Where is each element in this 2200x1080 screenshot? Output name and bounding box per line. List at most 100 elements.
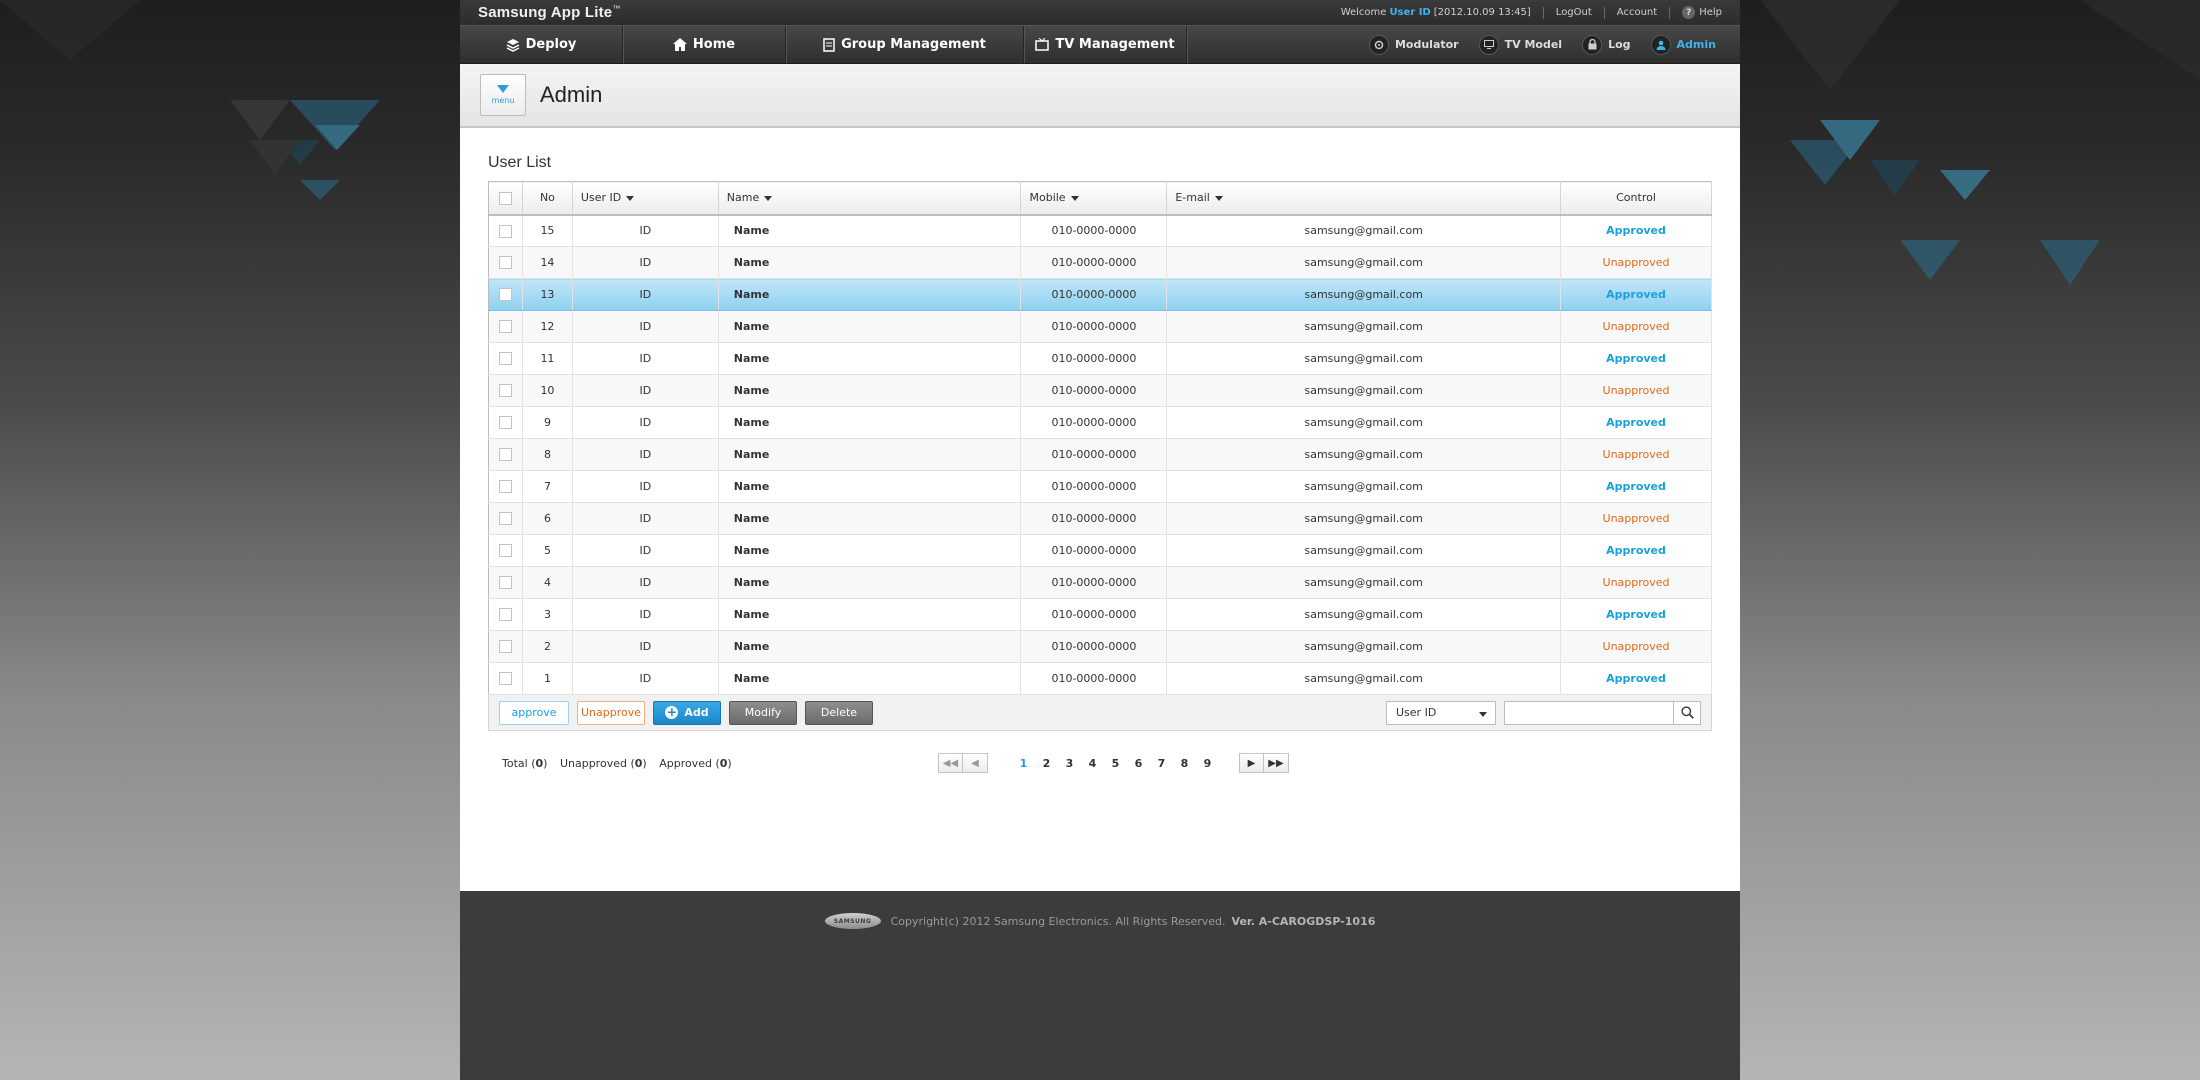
row-select-cell bbox=[488, 406, 523, 439]
table-row[interactable]: 6 ID Name 010-0000-0000 samsung@gmail.com Una… bbox=[488, 502, 1712, 535]
row-checkbox[interactable] bbox=[498, 320, 512, 334]
row-checkbox[interactable] bbox=[498, 448, 512, 462]
table-row[interactable]: 9 ID Name 010-0000-0000 samsung@gmail.com App… bbox=[488, 406, 1712, 439]
select-all-checkbox[interactable] bbox=[498, 191, 512, 205]
status-toggle[interactable]: Approved bbox=[1606, 416, 1666, 429]
tool-log[interactable]: Log bbox=[1582, 34, 1631, 55]
tool-log-label: Log bbox=[1608, 38, 1631, 51]
modify-button[interactable]: Modify bbox=[729, 700, 797, 725]
row-checkbox[interactable] bbox=[498, 672, 512, 686]
nav-home[interactable]: Home bbox=[623, 26, 786, 63]
account-link[interactable]: Account bbox=[1617, 7, 1657, 18]
page-number[interactable]: 6 bbox=[1127, 757, 1150, 770]
table-row[interactable]: 13 ID Name 010-0000-0000 samsung@gmail.com Ap… bbox=[488, 278, 1712, 311]
cell-control: Unapproved bbox=[1560, 438, 1712, 471]
tool-tv-model[interactable]: TV Model bbox=[1478, 34, 1562, 55]
cell-name: Name bbox=[718, 406, 1022, 439]
status-toggle[interactable]: Unapproved bbox=[1603, 256, 1670, 269]
page-number[interactable]: 8 bbox=[1173, 757, 1196, 770]
table-row[interactable]: 3 ID Name 010-0000-0000 samsung@gmail.com App… bbox=[488, 598, 1712, 631]
status-toggle[interactable]: Unapproved bbox=[1603, 576, 1670, 589]
menu-button[interactable]: menu bbox=[480, 74, 526, 116]
cell-user-id: ID bbox=[572, 278, 719, 311]
row-checkbox[interactable] bbox=[498, 544, 512, 558]
table-row[interactable]: 2 ID Name 010-0000-0000 samsung@gmail.com Una… bbox=[488, 630, 1712, 663]
row-checkbox[interactable] bbox=[498, 224, 512, 238]
nav-deploy[interactable]: Deploy bbox=[460, 26, 623, 63]
row-checkbox[interactable] bbox=[498, 352, 512, 366]
col-mobile[interactable]: Mobile bbox=[1020, 181, 1168, 216]
help-link[interactable]: Help bbox=[1699, 7, 1722, 18]
row-checkbox[interactable] bbox=[498, 480, 512, 494]
page-number[interactable]: 2 bbox=[1035, 757, 1058, 770]
table-row[interactable]: 14 ID Name 010-0000-0000 samsung@gmail.com Un… bbox=[488, 246, 1712, 279]
table-row[interactable]: 12 ID Name 010-0000-0000 samsung@gmail.com Un… bbox=[488, 310, 1712, 343]
cell-control: Approved bbox=[1560, 278, 1712, 311]
row-checkbox[interactable] bbox=[498, 384, 512, 398]
search-button[interactable] bbox=[1674, 700, 1701, 725]
status-toggle[interactable]: Unapproved bbox=[1603, 448, 1670, 461]
page-number[interactable]: 3 bbox=[1058, 757, 1081, 770]
status-toggle[interactable]: Approved bbox=[1606, 288, 1666, 301]
row-checkbox[interactable] bbox=[498, 640, 512, 654]
row-checkbox[interactable] bbox=[498, 256, 512, 270]
tool-modulator[interactable]: Modulator bbox=[1368, 34, 1459, 55]
delete-button[interactable]: Delete bbox=[805, 700, 873, 725]
status-toggle[interactable]: Approved bbox=[1606, 608, 1666, 621]
row-select-cell bbox=[488, 310, 523, 343]
logout-link[interactable]: LogOut bbox=[1556, 7, 1592, 18]
unapprove-button[interactable]: Unapprove bbox=[577, 700, 645, 725]
prev-page-button[interactable]: ◀ bbox=[963, 753, 988, 773]
row-checkbox[interactable] bbox=[498, 576, 512, 590]
top-right-links: Welcome User ID [2012.10.09 13:45] LogOu… bbox=[1341, 6, 1722, 19]
col-user-id[interactable]: User ID bbox=[572, 181, 719, 216]
help-icon[interactable]: ? bbox=[1682, 6, 1696, 19]
page-number[interactable]: 1 bbox=[1012, 757, 1035, 770]
approve-button[interactable]: approve bbox=[499, 700, 569, 725]
col-name[interactable]: Name bbox=[718, 181, 1022, 216]
table-row[interactable]: 11 ID Name 010-0000-0000 samsung@gmail.com Ap… bbox=[488, 342, 1712, 375]
approved-label: Approved bbox=[659, 756, 712, 770]
search-input[interactable] bbox=[1504, 700, 1674, 725]
row-checkbox[interactable] bbox=[498, 288, 512, 302]
table-row[interactable]: 15 ID Name 010-0000-0000 samsung@gmail.com Ap… bbox=[488, 214, 1712, 247]
cell-name: Name bbox=[718, 566, 1022, 599]
status-toggle[interactable]: Approved bbox=[1606, 352, 1666, 365]
page-number[interactable]: 7 bbox=[1150, 757, 1173, 770]
tool-admin[interactable]: Admin bbox=[1650, 34, 1716, 55]
row-checkbox[interactable] bbox=[498, 608, 512, 622]
status-toggle[interactable]: Approved bbox=[1606, 672, 1666, 685]
table-row[interactable]: 4 ID Name 010-0000-0000 samsung@gmail.com Una… bbox=[488, 566, 1712, 599]
last-page-button[interactable]: ▶▶ bbox=[1264, 753, 1289, 773]
nav-tv-management[interactable]: TV Management bbox=[1024, 26, 1187, 63]
status-toggle[interactable]: Approved bbox=[1606, 544, 1666, 557]
status-toggle[interactable]: Unapproved bbox=[1603, 320, 1670, 333]
cell-mobile: 010-0000-0000 bbox=[1020, 470, 1168, 503]
cell-no: 7 bbox=[522, 470, 573, 503]
add-button[interactable]: + Add bbox=[653, 700, 721, 725]
status-toggle[interactable]: Approved bbox=[1606, 224, 1666, 237]
col-email[interactable]: E-mail bbox=[1166, 181, 1562, 216]
page-number[interactable]: 9 bbox=[1196, 757, 1219, 770]
status-toggle[interactable]: Unapproved bbox=[1603, 512, 1670, 525]
row-checkbox[interactable] bbox=[498, 416, 512, 430]
row-checkbox[interactable] bbox=[498, 512, 512, 526]
table-row[interactable]: 7 ID Name 010-0000-0000 samsung@gmail.com App… bbox=[488, 470, 1712, 503]
first-page-button[interactable]: ◀◀ bbox=[938, 753, 963, 773]
table-row[interactable]: 1 ID Name 010-0000-0000 samsung@gmail.com App… bbox=[488, 662, 1712, 695]
cell-control: Unapproved bbox=[1560, 374, 1712, 407]
status-toggle[interactable]: Approved bbox=[1606, 480, 1666, 493]
page-number[interactable]: 5 bbox=[1104, 757, 1127, 770]
search-field-select[interactable]: User ID bbox=[1386, 700, 1496, 725]
table-row[interactable]: 5 ID Name 010-0000-0000 samsung@gmail.com App… bbox=[488, 534, 1712, 567]
cell-email: samsung@gmail.com bbox=[1166, 214, 1562, 247]
user-icon bbox=[1650, 34, 1671, 55]
table-row[interactable]: 10 ID Name 010-0000-0000 samsung@gmail.com Un… bbox=[488, 374, 1712, 407]
status-toggle[interactable]: Unapproved bbox=[1603, 640, 1670, 653]
cell-no: 2 bbox=[522, 630, 573, 663]
page-number[interactable]: 4 bbox=[1081, 757, 1104, 770]
next-page-button[interactable]: ▶ bbox=[1239, 753, 1264, 773]
table-row[interactable]: 8 ID Name 010-0000-0000 samsung@gmail.com Una… bbox=[488, 438, 1712, 471]
nav-group-management[interactable]: Group Management bbox=[786, 26, 1024, 63]
status-toggle[interactable]: Unapproved bbox=[1603, 384, 1670, 397]
